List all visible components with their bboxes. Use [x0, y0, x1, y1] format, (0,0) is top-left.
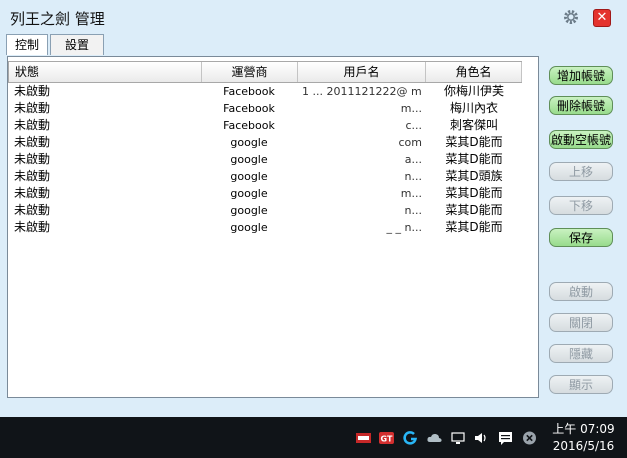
role-cell: 菜其D能而 — [445, 152, 503, 166]
username-cell: m... — [400, 102, 422, 115]
clock-date: 2016/5/16 — [552, 439, 615, 453]
window-title: 列王之劍 管理 — [10, 10, 105, 28]
role-cell: 菜其D頭族 — [445, 169, 503, 183]
role-cell: 菜其D能而 — [445, 186, 503, 200]
operator-cell: google — [230, 204, 268, 217]
start-empty-account-button[interactable]: 啟動空帳號 — [549, 130, 613, 149]
show-button[interactable]: 顯示 — [549, 375, 613, 394]
status-cell: 未啟動 — [14, 101, 51, 115]
username-cell: com — [398, 136, 423, 149]
table-row[interactable]: 未啟動 google com 菜其D能而 — [8, 134, 522, 151]
settings-gear-icon[interactable] — [562, 8, 580, 26]
tab-control[interactable]: 控制 — [6, 34, 48, 55]
role-cell: 菜其D能而 — [445, 203, 503, 217]
username-cell: m... — [400, 187, 422, 200]
operator-cell: google — [230, 187, 268, 200]
taskbar-clock[interactable]: 上午 07:09 2016/5/16 — [546, 421, 621, 455]
network-icon[interactable] — [450, 430, 467, 446]
clock-time: 上午 07:09 — [552, 422, 615, 436]
message-icon[interactable] — [497, 430, 514, 446]
table-row[interactable]: 未啟動 Facebook c... 刺客傑叫 — [8, 117, 522, 134]
column-header-username[interactable]: 用戶名 — [298, 62, 426, 82]
status-cell: 未啟動 — [14, 203, 51, 217]
operator-cell: Facebook — [223, 119, 275, 132]
table-row[interactable]: 未啟動 google _ _ n... 菜其D能而 — [8, 219, 522, 236]
table-row[interactable]: 未啟動 google m... 菜其D能而 — [8, 185, 522, 202]
hide-button[interactable]: 隱藏 — [549, 344, 613, 363]
operator-cell: google — [230, 136, 268, 149]
save-button[interactable]: 保存 — [549, 228, 613, 247]
start-button[interactable]: 啟動 — [549, 282, 613, 301]
table-row[interactable]: 未啟動 Facebook 1 ... 2011121222@ m... 你梅川伊芙 — [8, 83, 522, 100]
status-cell: 未啟動 — [14, 220, 51, 234]
status-cell: 未啟動 — [14, 152, 51, 166]
role-cell: 刺客傑叫 — [449, 118, 498, 132]
column-header-status[interactable]: 狀態 — [9, 62, 202, 82]
operator-cell: google — [230, 221, 268, 234]
role-cell: 菜其D能而 — [445, 220, 503, 234]
role-cell: 菜其D能而 — [445, 135, 503, 149]
table-row[interactable]: 未啟動 google n... 菜其D頭族 — [8, 168, 522, 185]
table-row[interactable]: 未啟動 Facebook m... 梅川內衣 — [8, 100, 522, 117]
username-cell: c... — [405, 119, 422, 132]
role-cell: 梅川內衣 — [449, 101, 498, 115]
move-up-button[interactable]: 上移 — [549, 162, 613, 181]
account-list[interactable]: 狀態 運營商 用戶名 角色名 未啟動 Facebook 1 ... 20111212… — [7, 56, 539, 398]
app-window: 列王之劍 管理 ✕ 控制 設置 狀態 運營商 用戶名 角色名 未啟動 Facebo… — [0, 0, 627, 417]
username-cell: 1 ... 2011121222@ m... — [302, 85, 422, 98]
username-cell: _ _ n... — [386, 221, 422, 234]
status-cell: 未啟動 — [14, 135, 51, 149]
volume-icon[interactable] — [473, 430, 490, 446]
column-header-operator[interactable]: 運營商 — [202, 62, 298, 82]
table-row[interactable]: 未啟動 google a... 菜其D能而 — [8, 151, 522, 168]
operator-cell: google — [230, 170, 268, 183]
status-cell: 未啟動 — [14, 84, 51, 98]
delete-account-button[interactable]: 刪除帳號 — [549, 96, 613, 115]
app-tray-icon[interactable] — [355, 430, 372, 446]
table-row[interactable]: 未啟動 google n... 菜其D能而 — [8, 202, 522, 219]
list-header: 狀態 運營商 用戶名 角色名 — [8, 61, 522, 83]
status-cell: 未啟動 — [14, 118, 51, 132]
status-cell: 未啟動 — [14, 169, 51, 183]
operator-cell: Facebook — [223, 85, 275, 98]
status-cell: 未啟動 — [14, 186, 51, 200]
username-cell: n... — [404, 204, 422, 217]
svg-text:GT: GT — [381, 435, 393, 444]
close-icon[interactable]: ✕ — [593, 9, 611, 27]
add-account-button[interactable]: 增加帳號 — [549, 66, 613, 85]
operator-cell: Facebook — [223, 102, 275, 115]
role-cell: 你梅川伊芙 — [443, 84, 504, 98]
username-cell: n... — [404, 170, 422, 183]
column-header-role[interactable]: 角色名 — [426, 62, 522, 82]
operator-cell: google — [230, 153, 268, 166]
logitech-g-icon[interactable] — [402, 430, 419, 446]
tab-settings[interactable]: 設置 — [50, 34, 104, 55]
username-cell: a... — [404, 153, 422, 166]
cloud-icon[interactable] — [426, 430, 443, 446]
taskbar: GT 上午 07:09 2016/5/16 — [0, 417, 627, 458]
move-down-button[interactable]: 下移 — [549, 196, 613, 215]
close-circle-icon[interactable] — [521, 430, 538, 446]
close-button[interactable]: 關閉 — [549, 313, 613, 332]
gpu-tray-icon[interactable]: GT — [378, 430, 395, 446]
